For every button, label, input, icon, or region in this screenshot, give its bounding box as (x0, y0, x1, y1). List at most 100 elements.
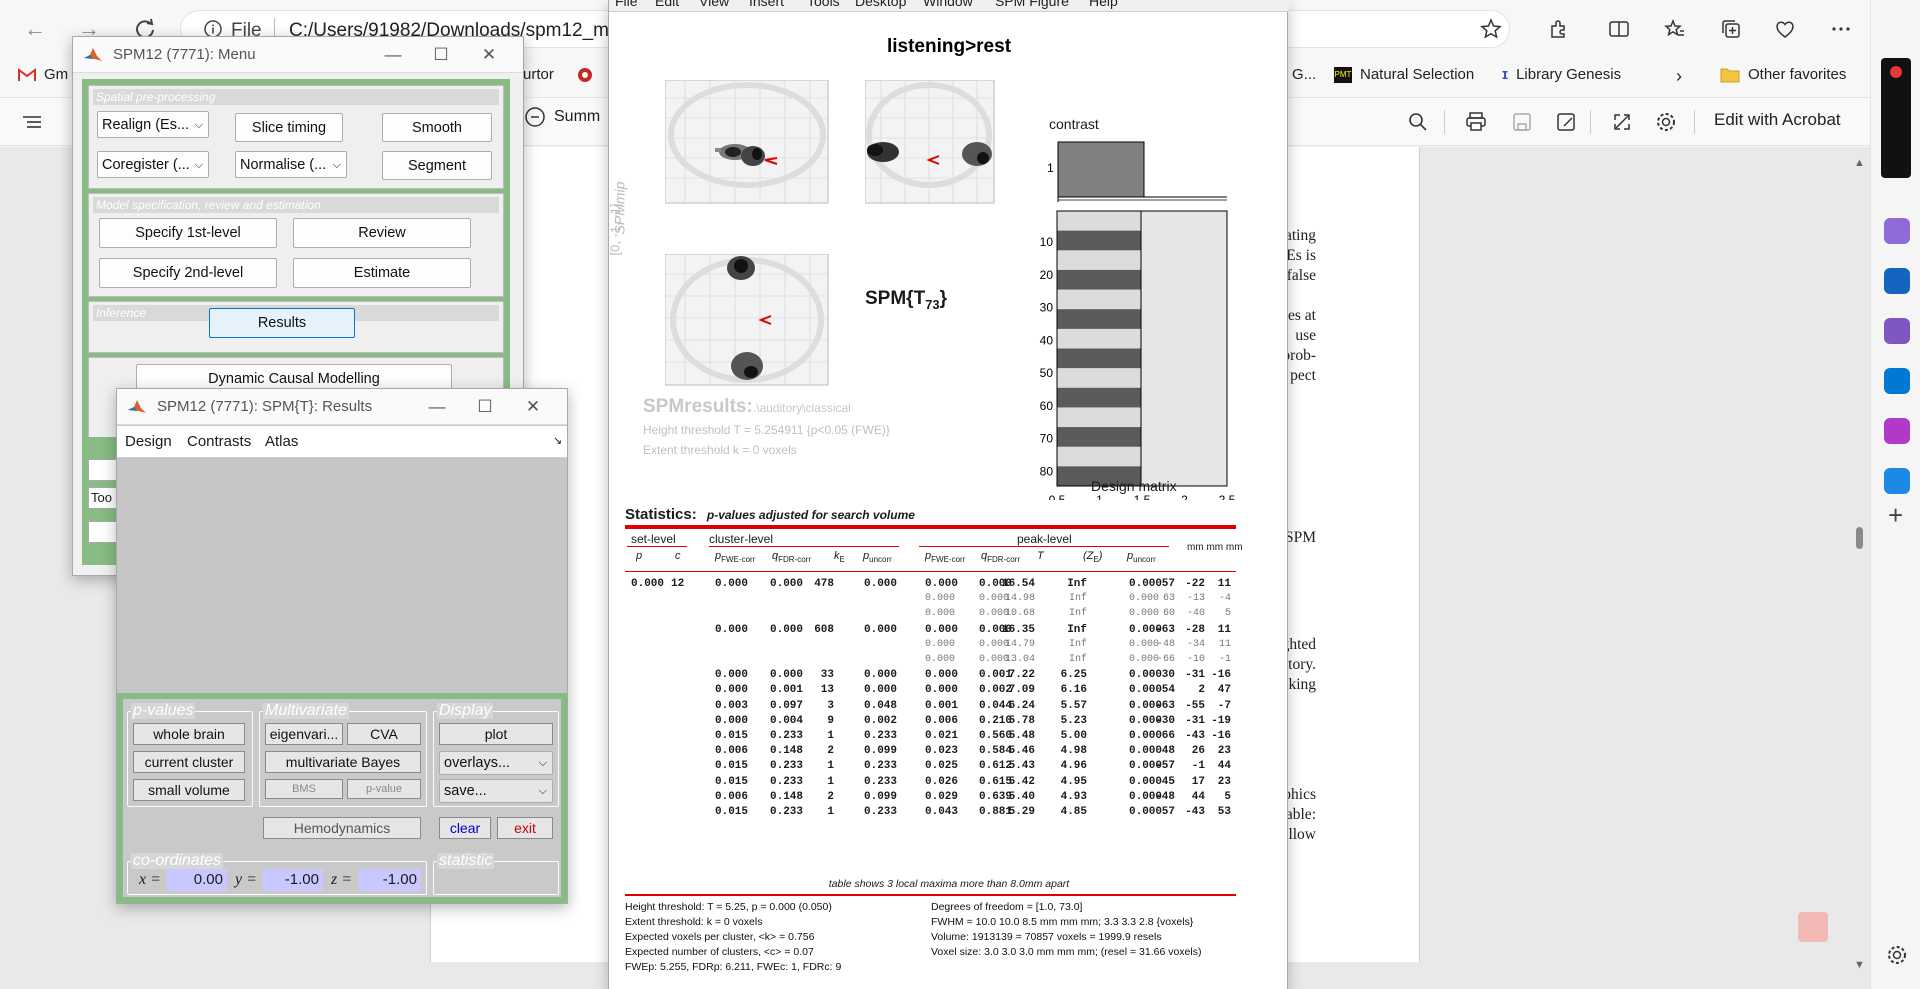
z-coordinate-input[interactable]: -1.00 (359, 869, 421, 891)
fullscreen-icon[interactable] (1608, 108, 1636, 136)
scroll-up-icon[interactable]: ▲ (1854, 157, 1865, 169)
y-coordinate-input[interactable]: -1.00 (263, 869, 323, 891)
copilot-sidebar-icon[interactable] (1884, 218, 1910, 244)
settings-gear-icon[interactable] (1652, 108, 1680, 136)
outlook-icon[interactable] (1884, 368, 1910, 394)
collections-icon[interactable] (1716, 14, 1746, 44)
table-row[interactable]: 0.000 0.000 10.68 Inf 0.000 60 -40 5 (609, 608, 1289, 623)
table-row[interactable]: 0.000 0.000 608 0.000 0.000 0.000 16.35 Inf 0.00… (609, 624, 1289, 639)
favorite-star-icon[interactable] (1476, 14, 1506, 44)
results-button[interactable]: Results (209, 308, 355, 338)
fig-menu-help[interactable]: Help (1089, 0, 1118, 9)
review-button[interactable]: Review (293, 218, 471, 248)
summarize-button[interactable]: Summ (524, 106, 600, 128)
menu-design[interactable]: Design (125, 433, 172, 450)
screenrec-icon[interactable] (1881, 58, 1911, 178)
small-volume-button[interactable]: small volume (133, 779, 245, 801)
fig-menu-spm-figure[interactable]: SPM Figure (995, 0, 1069, 9)
fig-menu-window[interactable]: Window (923, 0, 973, 9)
save-select[interactable]: save... ⌵ (439, 779, 553, 803)
fig-menu-tools[interactable]: Tools (807, 0, 840, 9)
fig-menu-file[interactable]: File (615, 0, 638, 9)
cva-button[interactable]: CVA (347, 723, 421, 745)
realign-select[interactable]: Realign (Es... ⌵ (97, 111, 209, 138)
bookmark-gmail[interactable]: Gm (18, 66, 68, 83)
smooth-button[interactable]: Smooth (382, 113, 492, 142)
bookmark-g[interactable]: G... (1292, 66, 1316, 83)
hemodynamics-button[interactable]: Hemodynamics (263, 817, 421, 839)
p-value-button[interactable]: p-value (347, 779, 421, 799)
telegram-icon[interactable] (1884, 468, 1910, 494)
x-coordinate-input[interactable]: 0.00 (167, 869, 227, 891)
clear-button[interactable]: clear (439, 817, 491, 839)
menu-contrasts[interactable]: Contrasts (187, 433, 251, 450)
save-icon[interactable] (1508, 108, 1536, 136)
search-icon[interactable] (1404, 108, 1432, 136)
fig-menu-edit[interactable]: Edit (655, 0, 679, 9)
sidebar-settings-icon[interactable] (1886, 944, 1908, 966)
table-row[interactable]: 0.006 0.148 2 0.099 0.023 0.584 5.46 4.98 0.000 4… (609, 745, 1289, 760)
table-row[interactable]: 0.000 0.000 13.04 Inf 0.000 -66 -10 -1 (609, 654, 1289, 669)
table-row[interactable]: 0.015 0.233 1 0.233 0.025 0.612 5.43 4.96 0.000-… (609, 760, 1289, 775)
maximize-button[interactable]: ☐ (421, 43, 461, 67)
table-row[interactable]: 0.000 0.001 13 0.000 0.000 0.002 7.09 6.16 0.000… (609, 684, 1289, 699)
health-icon[interactable] (1770, 14, 1800, 44)
table-row[interactable]: 0.015 0.233 1 0.233 0.026 0.615 5.42 4.95 0.000 4… (609, 776, 1289, 791)
shopping-icon[interactable] (1884, 268, 1910, 294)
contents-icon[interactable] (18, 108, 46, 136)
table-row[interactable]: 0.006 0.148 2 0.099 0.029 0.639 5.40 4.93 0.000-… (609, 791, 1289, 806)
specify-2nd-level-button[interactable]: Specify 2nd-level (99, 258, 277, 288)
more-icon[interactable] (1826, 14, 1856, 44)
scrollbar-thumb[interactable] (1856, 527, 1863, 549)
minimize-button[interactable]: — (417, 395, 457, 419)
toolbox-select-2[interactable] (88, 521, 118, 543)
maximize-button[interactable]: ☐ (465, 395, 505, 419)
minimize-button[interactable]: — (373, 43, 413, 67)
dock-arrow-icon[interactable]: ↘ (553, 434, 562, 447)
table-row[interactable]: 0.003 0.097 3 0.048 0.001 0.044 6.24 5.57 0.000-… (609, 700, 1289, 715)
eigenvariate-button[interactable]: eigenvari... (265, 723, 343, 745)
pdf-scrollbar[interactable]: ▲ ▼ (1848, 147, 1870, 989)
bookmarks-more-button[interactable]: › (1676, 66, 1682, 87)
table-row[interactable]: 0.000 0.000 14.79 Inf 0.000 -48 -34 11 (609, 639, 1289, 654)
table-row[interactable]: 0.000 0.004 9 0.002 0.006 0.210 5.78 5.23 0.000-… (609, 715, 1289, 730)
add-sidebar-icon[interactable]: + (1888, 500, 1903, 531)
extensions-icon[interactable] (1544, 14, 1574, 44)
table-row[interactable]: 0.000 12 0.000 0.000 478 0.000 0.000 0.000 16.54… (609, 578, 1289, 593)
multivariate-bayes-button[interactable]: multivariate Bayes (265, 751, 421, 773)
save-as-icon[interactable] (1552, 108, 1580, 136)
exit-button[interactable]: exit (497, 817, 553, 839)
games-icon[interactable] (1884, 318, 1910, 344)
slice-timing-button[interactable]: Slice timing (235, 113, 343, 142)
overlays-select[interactable]: overlays... ⌵ (439, 751, 553, 775)
estimate-button[interactable]: Estimate (293, 258, 471, 288)
designer-icon[interactable] (1884, 418, 1910, 444)
close-button[interactable]: ✕ (469, 43, 509, 67)
normalise-select[interactable]: Normalise (... ⌵ (235, 151, 347, 178)
toolbox-select[interactable] (88, 459, 118, 481)
favorites-icon[interactable] (1660, 14, 1690, 44)
bookmark-library-genesis[interactable]: ɪ Library Genesis (1502, 66, 1621, 83)
segment-button[interactable]: Segment (382, 151, 492, 180)
table-row[interactable]: 0.015 0.233 1 0.233 0.021 0.560 5.48 5.00 0.000 6… (609, 730, 1289, 745)
current-cluster-button[interactable]: current cluster (133, 751, 245, 773)
back-button[interactable]: ← (18, 12, 52, 46)
bookmark-other-favorites[interactable]: Other favorites (1720, 66, 1846, 83)
bookmark-gear[interactable] (576, 66, 594, 84)
specify-1st-level-button[interactable]: Specify 1st-level (99, 218, 277, 248)
whole-brain-button[interactable]: whole brain (133, 723, 245, 745)
table-row[interactable]: 0.000 0.000 33 0.000 0.000 0.001 7.22 6.25 0.000… (609, 669, 1289, 684)
fig-menu-insert[interactable]: Insert (749, 0, 784, 9)
acrobat-float-icon[interactable] (1798, 912, 1828, 942)
bms-button[interactable]: BMS (265, 779, 343, 799)
fig-menu-desktop[interactable]: Desktop (855, 0, 906, 9)
bookmark-natural-selection[interactable]: PMT Natural Selection (1334, 66, 1474, 83)
split-screen-icon[interactable] (1604, 14, 1634, 44)
fig-menu-view[interactable]: View (699, 0, 729, 9)
scroll-down-icon[interactable]: ▼ (1854, 959, 1865, 971)
print-icon[interactable] (1462, 108, 1490, 136)
menu-atlas[interactable]: Atlas (265, 433, 298, 450)
coregister-select[interactable]: Coregister (... ⌵ (97, 151, 209, 178)
table-row[interactable]: 0.015 0.233 1 0.233 0.043 0.881 5.29 4.85 0.000 5… (609, 806, 1289, 821)
edit-with-acrobat-button[interactable]: Edit with Acrobat (1714, 110, 1841, 130)
